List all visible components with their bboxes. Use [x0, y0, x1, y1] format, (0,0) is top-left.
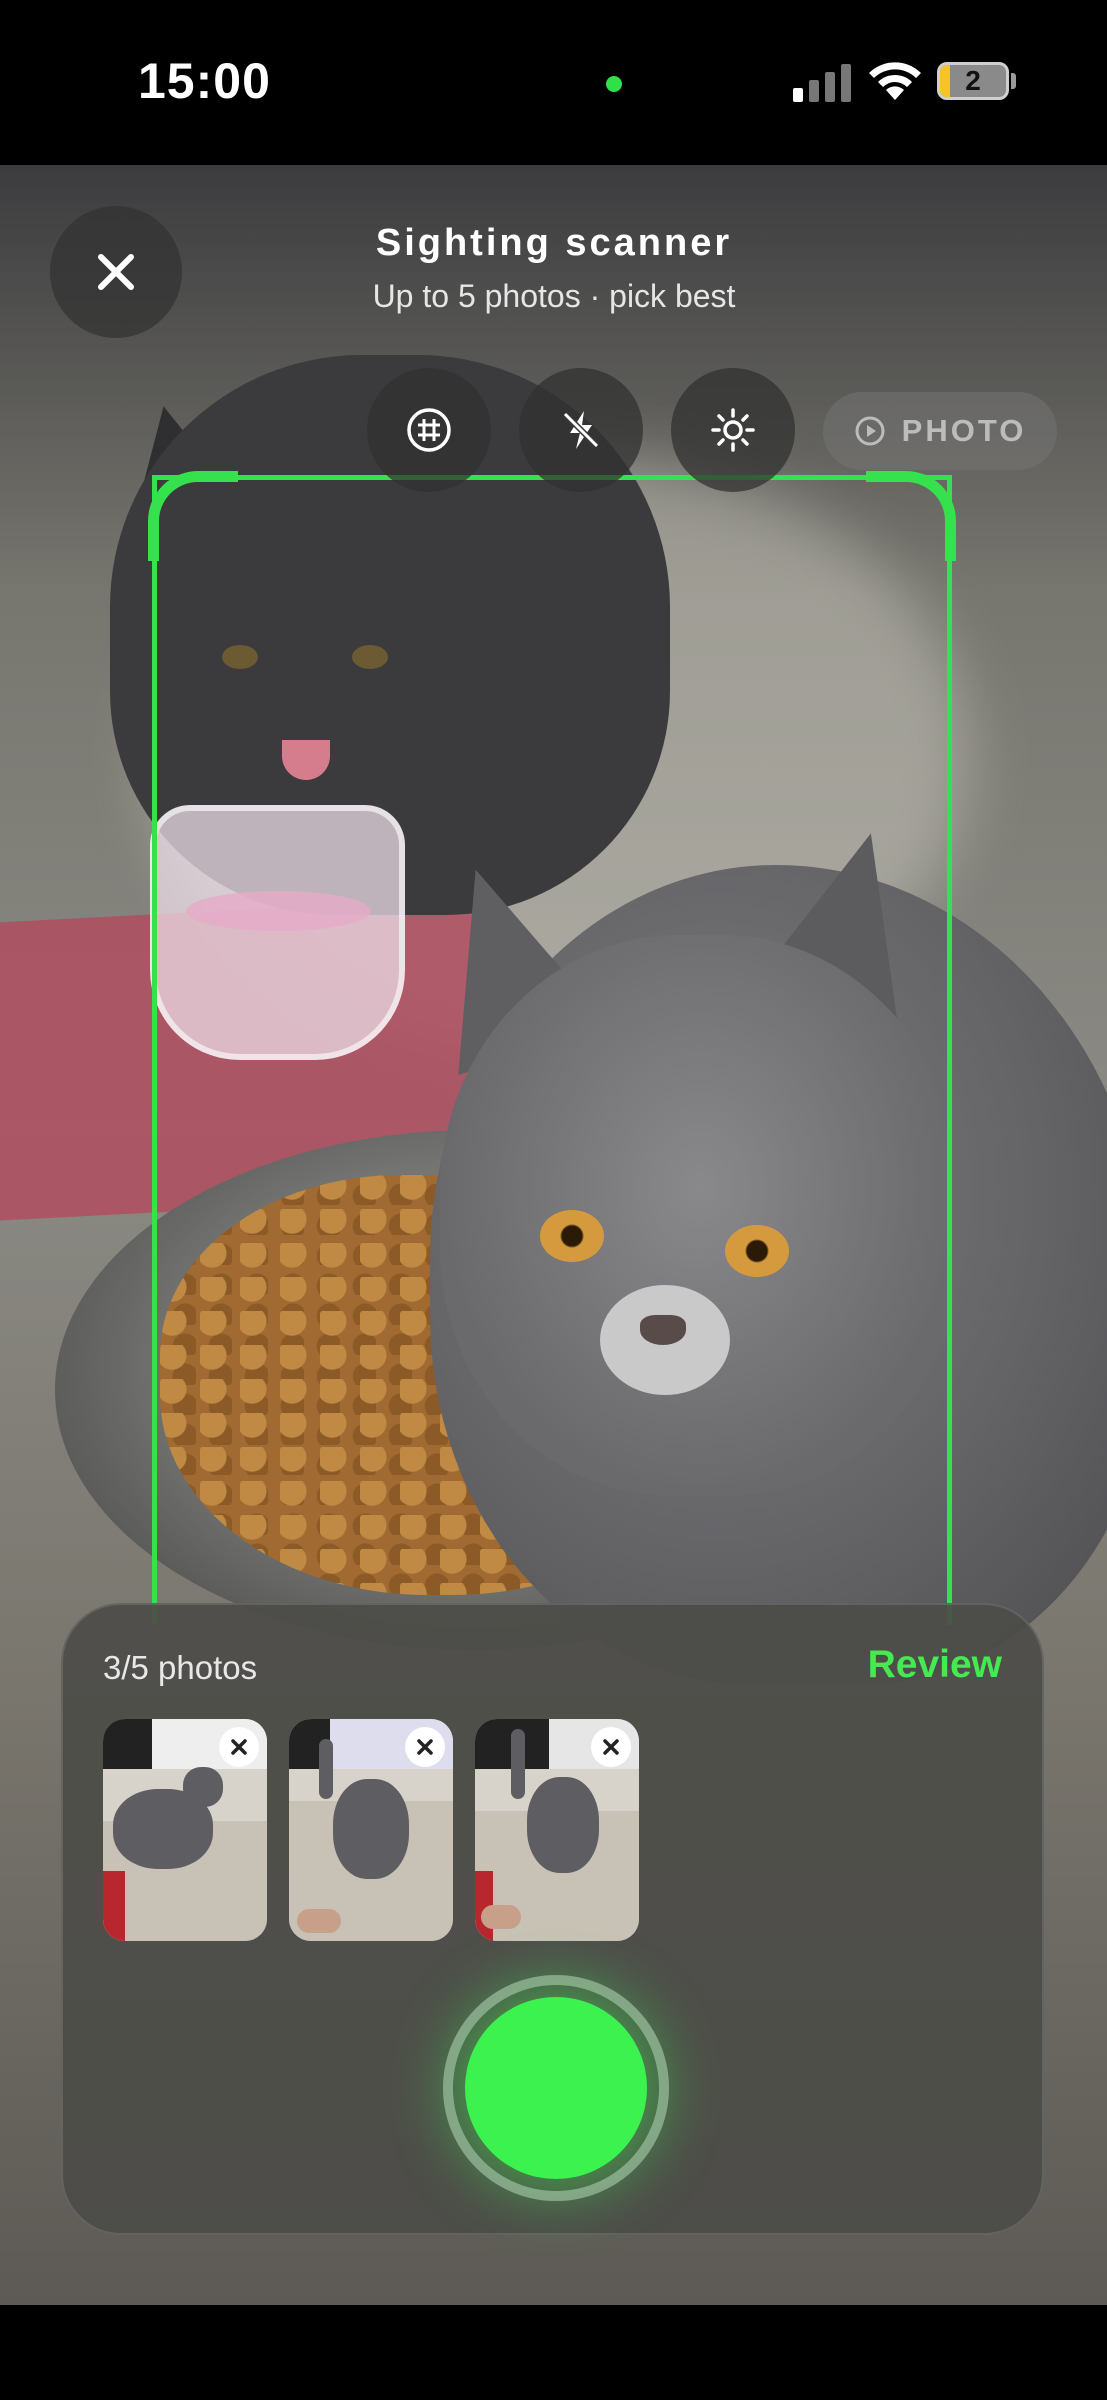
grid-toggle-button[interactable] — [367, 368, 491, 492]
remove-photo-button[interactable] — [591, 1727, 631, 1767]
battery-icon: 2 — [937, 62, 1009, 100]
shutter-icon — [465, 1997, 647, 2179]
privacy-dot-icon — [606, 76, 622, 92]
wifi-icon — [869, 62, 921, 100]
photo-thumbnail[interactable] — [103, 1719, 267, 1941]
battery-cap — [1011, 73, 1016, 89]
photo-thumbnail[interactable] — [289, 1719, 453, 1941]
photo-thumbnail[interactable] — [475, 1719, 639, 1941]
status-time: 15:00 — [138, 53, 271, 109]
status-bar: 15:00 2 — [0, 0, 1107, 165]
remove-photo-button[interactable] — [405, 1727, 445, 1767]
photo-mode-toggle[interactable]: PHOTO — [823, 392, 1057, 470]
shutter-button[interactable] — [443, 1975, 669, 2201]
flash-off-icon — [562, 411, 600, 449]
grid-icon — [407, 408, 451, 452]
bottom-safe-area — [0, 2305, 1107, 2400]
review-button[interactable]: Review — [868, 1643, 1002, 1687]
scan-frame — [152, 475, 952, 1625]
close-button[interactable] — [50, 206, 182, 338]
remove-icon — [417, 1739, 433, 1755]
remove-photo-button[interactable] — [219, 1727, 259, 1767]
photo-mode-icon — [855, 416, 885, 446]
exposure-toggle-button[interactable] — [671, 368, 795, 492]
remove-icon — [603, 1739, 619, 1755]
close-icon — [98, 254, 134, 290]
battery-level: 2 — [965, 65, 981, 96]
cellular-signal-icon — [793, 62, 851, 102]
remove-icon — [231, 1739, 247, 1755]
flash-toggle-button[interactable] — [519, 368, 643, 492]
capture-panel: 3/5 photos Review — [61, 1603, 1044, 2235]
scanner-title: Sighting scanner — [375, 222, 733, 264]
photo-count: 3/5 photos — [103, 1649, 258, 1686]
scanner-subtitle: Up to 5 photos · pick best — [372, 278, 736, 314]
mode-label: PHOTO — [901, 413, 1027, 448]
brightness-icon — [711, 408, 755, 452]
